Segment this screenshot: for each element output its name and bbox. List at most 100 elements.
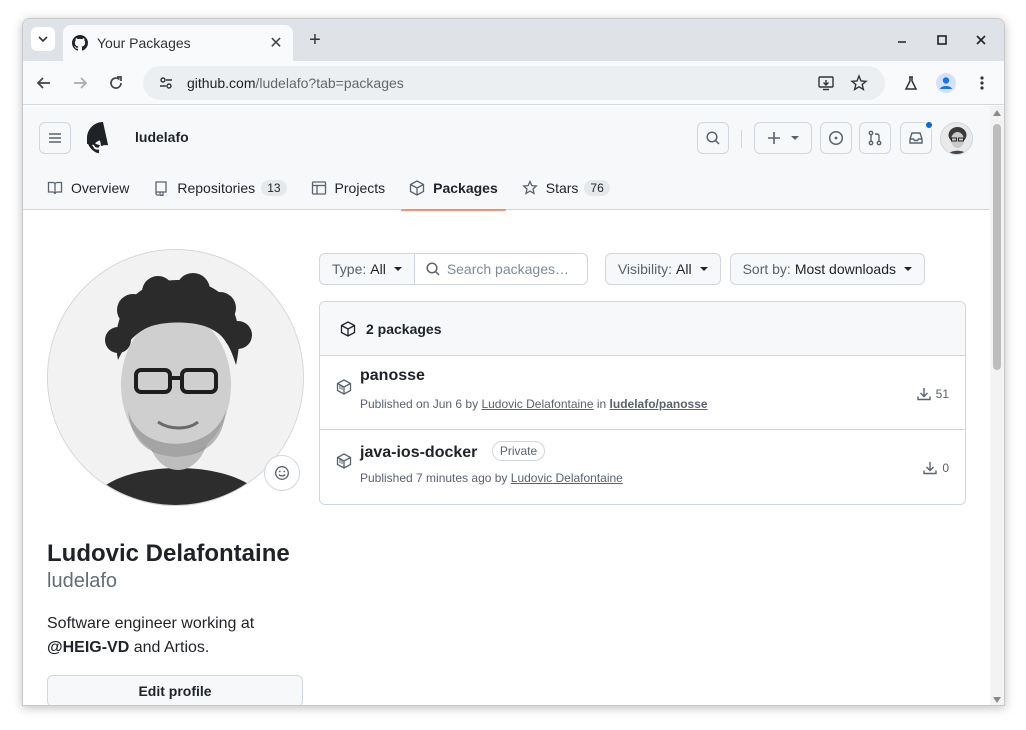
- scrollbar-thumb[interactable]: [993, 124, 1001, 370]
- git-pull-request-icon: [868, 130, 882, 146]
- smiley-icon: [275, 466, 289, 480]
- package-name-link[interactable]: java-ios-docker: [360, 444, 477, 461]
- package-name-link[interactable]: panosse: [360, 367, 425, 385]
- visibility-filter-button[interactable]: Visibility: All: [604, 253, 721, 285]
- site-info-icon[interactable]: [155, 72, 177, 94]
- install-app-icon[interactable]: [813, 70, 839, 96]
- tab-packages[interactable]: Packages: [401, 166, 506, 211]
- package-meta: Published on Jun 6 by Ludovic Delafontai…: [360, 397, 708, 411]
- back-icon[interactable]: [31, 70, 57, 96]
- search-button[interactable]: [697, 122, 729, 154]
- repo-icon: [155, 181, 168, 196]
- package-name-row: java-ios-docker Private: [360, 441, 546, 462]
- labs-flask-icon[interactable]: [898, 70, 924, 96]
- issues-button[interactable]: [820, 122, 852, 154]
- type-filter-button[interactable]: Type: All: [319, 253, 415, 285]
- package-icon: [409, 180, 425, 196]
- bio-prefix: Software engineer working at: [47, 615, 255, 632]
- browser-tab-active[interactable]: Your Packages ✕: [63, 25, 293, 61]
- pull-requests-button[interactable]: [859, 122, 891, 154]
- list-item: java-ios-docker Private Published 7 minu…: [320, 430, 965, 504]
- profile-login: ludelafo: [47, 570, 118, 592]
- header-username[interactable]: ludelafo: [135, 129, 189, 145]
- github-logo-icon[interactable]: [84, 122, 119, 154]
- header-divider: [741, 130, 742, 148]
- reload-icon[interactable]: [103, 70, 129, 96]
- caret-down-icon: [393, 267, 402, 271]
- set-status-button[interactable]: [264, 455, 300, 491]
- forward-icon[interactable]: [67, 70, 93, 96]
- tab-repositories[interactable]: Repositories 13: [145, 166, 294, 210]
- url-host: github.com: [187, 75, 256, 91]
- tab-overview[interactable]: Overview: [39, 166, 137, 210]
- tab-search-button[interactable]: [31, 27, 55, 51]
- github-header: ludelafo Overview Repositories 13 Projec…: [23, 106, 992, 211]
- package-icon: [340, 320, 356, 337]
- scroll-up-icon[interactable]: [993, 110, 1001, 116]
- bookmark-star-icon[interactable]: [846, 70, 872, 96]
- search-icon: [426, 262, 440, 276]
- tab-packages-label: Packages: [433, 180, 498, 196]
- visibility-badge: Private: [491, 441, 546, 461]
- new-tab-button[interactable]: +: [303, 28, 327, 52]
- package-meta: Published 7 minutes ago by Ludovic Delaf…: [360, 471, 623, 485]
- visibility-filter-value: All: [676, 261, 692, 277]
- page-scrollbar[interactable]: [990, 106, 1004, 705]
- maximize-icon[interactable]: [931, 29, 953, 51]
- address-bar[interactable]: github.com/ludelafo?tab=packages: [143, 66, 885, 100]
- profile-full-name: Ludovic Delafontaine: [47, 540, 290, 567]
- package-meta-prefix: Published on Jun 6 by: [360, 397, 479, 411]
- package-meta-prefix: Published 7 minutes ago by: [360, 471, 508, 485]
- user-avatar[interactable]: [940, 122, 973, 155]
- package-meta-in: in: [596, 397, 607, 411]
- minimize-icon[interactable]: [891, 29, 913, 51]
- browser-menu-icon[interactable]: [969, 70, 995, 96]
- search-icon: [706, 131, 720, 145]
- profile-nav: Overview Repositories 13 Projects Packag…: [39, 166, 626, 211]
- issue-opened-icon: [828, 130, 844, 146]
- bio-org-mention[interactable]: @HEIG-VD: [47, 639, 129, 656]
- profile-bio: Software engineer working at @HEIG-VD an…: [47, 612, 307, 660]
- package-repo-link[interactable]: ludelafo/panosse: [610, 397, 708, 411]
- download-icon: [923, 462, 938, 475]
- profile-icon[interactable]: [933, 70, 959, 96]
- create-new-button[interactable]: [754, 122, 812, 154]
- package-search[interactable]: [414, 253, 588, 285]
- package-downloads: 51: [916, 386, 949, 402]
- tab-repositories-label: Repositories: [177, 180, 256, 196]
- hamburger-icon: [49, 133, 61, 143]
- tab-stars[interactable]: Stars 76: [514, 166, 618, 210]
- search-packages-input[interactable]: [446, 261, 587, 277]
- package-list-header: 2 packages: [320, 302, 965, 356]
- visibility-filter-label: Visibility:: [617, 261, 673, 277]
- tab-stars-label: Stars: [545, 180, 579, 196]
- tab-overview-label: Overview: [71, 180, 130, 196]
- caret-down-icon: [904, 267, 912, 271]
- package-author-link[interactable]: Ludovic Delafontaine: [511, 471, 623, 485]
- sort-value: Most downloads: [794, 261, 896, 277]
- close-window-icon[interactable]: [970, 29, 992, 51]
- download-icon: [916, 388, 931, 401]
- package-filters: Type: All Visibility: All Sort by: Most …: [319, 253, 925, 285]
- sort-label: Sort by:: [742, 261, 791, 277]
- inbox-icon: [909, 132, 923, 144]
- chevron-down-icon: [38, 36, 48, 43]
- caret-down-icon: [791, 136, 799, 140]
- table-icon: [311, 181, 326, 195]
- hamburger-menu-button[interactable]: [39, 122, 71, 154]
- repositories-counter: 13: [261, 180, 287, 196]
- star-icon: [521, 180, 538, 195]
- download-count: 51: [935, 387, 949, 401]
- tab-strip: Your Packages ✕ +: [23, 19, 1004, 61]
- scroll-down-icon[interactable]: [993, 697, 1001, 703]
- tab-projects[interactable]: Projects: [303, 166, 394, 210]
- package-list: 2 packages panosse Published on Jun 6 by…: [319, 301, 966, 505]
- edit-profile-button[interactable]: Edit profile: [47, 675, 303, 705]
- sort-button[interactable]: Sort by: Most downloads: [729, 253, 925, 285]
- tab-close-icon[interactable]: ✕: [267, 34, 285, 52]
- github-favicon-icon: [71, 34, 89, 52]
- bio-suffix: and Artios.: [133, 639, 210, 656]
- list-item: panosse Published on Jun 6 by Ludovic De…: [320, 356, 965, 430]
- container-package-icon: [336, 453, 352, 469]
- package-author-link[interactable]: Ludovic Delafontaine: [481, 397, 593, 411]
